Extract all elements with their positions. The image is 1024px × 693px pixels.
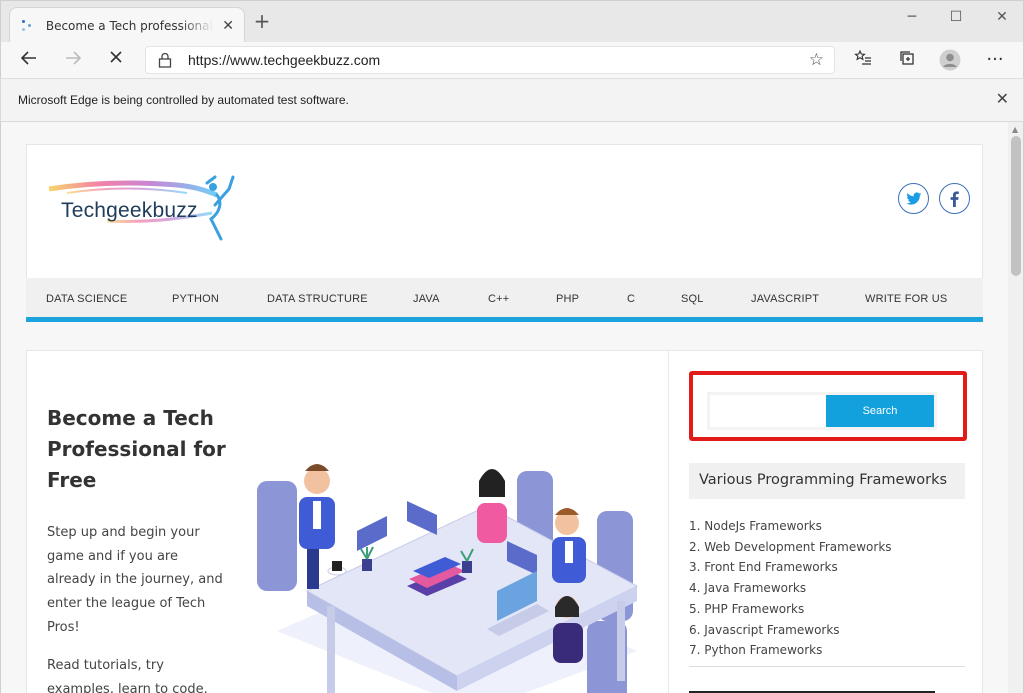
- collections-icon[interactable]: [895, 49, 919, 71]
- nav-cpp[interactable]: C++: [488, 293, 509, 305]
- automation-infobar: Microsoft Edge is being controlled by au…: [0, 78, 1024, 122]
- address-bar[interactable]: https://www.techgeekbuzz.com ☆: [145, 46, 835, 74]
- tab-title: Become a Tech professional for f: [45, 18, 214, 33]
- logo-text: Techgeekbuzz: [61, 199, 198, 222]
- url-text[interactable]: https://www.techgeekbuzz.com: [188, 52, 380, 68]
- framework-link[interactable]: 1. NodeJs Frameworks: [689, 516, 965, 537]
- scroll-thumb[interactable]: [1011, 136, 1021, 276]
- framework-link[interactable]: 3. Front End Frameworks: [689, 557, 965, 578]
- nav-php[interactable]: PHP: [556, 293, 579, 305]
- nav-data-science[interactable]: DATA SCIENCE: [46, 293, 127, 305]
- scroll-up-icon[interactable]: ▲: [1012, 125, 1018, 134]
- tab-strip: Become a Tech professional for f ✕ + ─ ☐…: [0, 0, 1024, 43]
- more-options-icon[interactable]: ···: [983, 49, 1007, 71]
- infobar-message: Microsoft Edge is being controlled by au…: [18, 93, 349, 107]
- profile-avatar-icon[interactable]: [938, 49, 962, 71]
- page-scrollbar[interactable]: ▲: [1008, 122, 1024, 693]
- framework-link[interactable]: 2. Web Development Frameworks: [689, 537, 965, 558]
- nav-write-for-us[interactable]: WRITE FOR US: [865, 293, 947, 305]
- framework-link[interactable]: 6. Javascript Frameworks: [689, 620, 965, 641]
- column-divider: [668, 351, 669, 693]
- nav-sql[interactable]: SQL: [681, 293, 704, 305]
- nav-data-structure[interactable]: DATA STRUCTURE: [267, 293, 368, 305]
- main-content: Become a Tech Professional for Free Step…: [26, 350, 983, 693]
- main-nav: DATA SCIENCE PYTHON DATA STRUCTURE JAVA …: [26, 278, 983, 322]
- close-window-button[interactable]: ✕: [987, 7, 1017, 27]
- page-viewport: Techgeekbuzz DATA SCIENCE PYTHON DATA ST…: [0, 122, 1008, 693]
- framework-link[interactable]: 5. PHP Frameworks: [689, 599, 965, 620]
- back-arrow-icon[interactable]: [17, 49, 41, 71]
- nav-c[interactable]: C: [627, 293, 635, 305]
- maximize-button[interactable]: ☐: [941, 7, 971, 27]
- minimize-button[interactable]: ─: [897, 7, 927, 27]
- lock-icon[interactable]: [158, 52, 172, 68]
- framework-link[interactable]: 7. Python Frameworks: [689, 640, 965, 661]
- site-header: Techgeekbuzz: [26, 144, 983, 278]
- widget-divider: [689, 666, 965, 667]
- forward-arrow-icon[interactable]: [61, 49, 85, 71]
- browser-toolbar: https://www.techgeekbuzz.com ☆ ···: [0, 42, 1024, 78]
- twitter-icon: [905, 192, 921, 205]
- close-tab-icon[interactable]: ✕: [222, 18, 234, 34]
- twitter-button[interactable]: [898, 183, 929, 214]
- frameworks-list: 1. NodeJs Frameworks 2. Web Development …: [689, 516, 965, 661]
- nav-javascript[interactable]: JAVASCRIPT: [751, 293, 819, 305]
- facebook-button[interactable]: [939, 183, 970, 214]
- search-highlight-box: Search: [689, 371, 967, 441]
- team-meeting-illustration: [257, 464, 639, 693]
- frameworks-widget-title: Various Programming Frameworks: [689, 463, 965, 499]
- facebook-icon: [950, 190, 959, 207]
- hero-paragraph-2: Read tutorials, try examples, learn to c…: [47, 658, 208, 693]
- nav-python[interactable]: PYTHON: [172, 293, 219, 305]
- search-input[interactable]: [710, 395, 826, 427]
- hero-paragraph: Step up and begin your game and if you a…: [47, 525, 223, 635]
- nav-java[interactable]: JAVA: [413, 293, 440, 305]
- close-infobar-icon[interactable]: ✕: [996, 89, 1009, 108]
- favorite-star-icon[interactable]: ☆: [809, 50, 824, 70]
- stop-loading-icon[interactable]: [104, 49, 128, 71]
- site-logo[interactable]: Techgeekbuzz: [47, 175, 237, 245]
- loading-favicon-icon: [20, 18, 36, 34]
- favorites-list-icon[interactable]: [851, 49, 875, 71]
- hero-title: Become a Tech Professional for Free: [47, 406, 226, 492]
- new-tab-button[interactable]: +: [251, 11, 273, 33]
- search-button[interactable]: Search: [826, 395, 934, 427]
- browser-tab[interactable]: Become a Tech professional for f ✕: [9, 7, 245, 43]
- framework-link[interactable]: 4. Java Frameworks: [689, 578, 965, 599]
